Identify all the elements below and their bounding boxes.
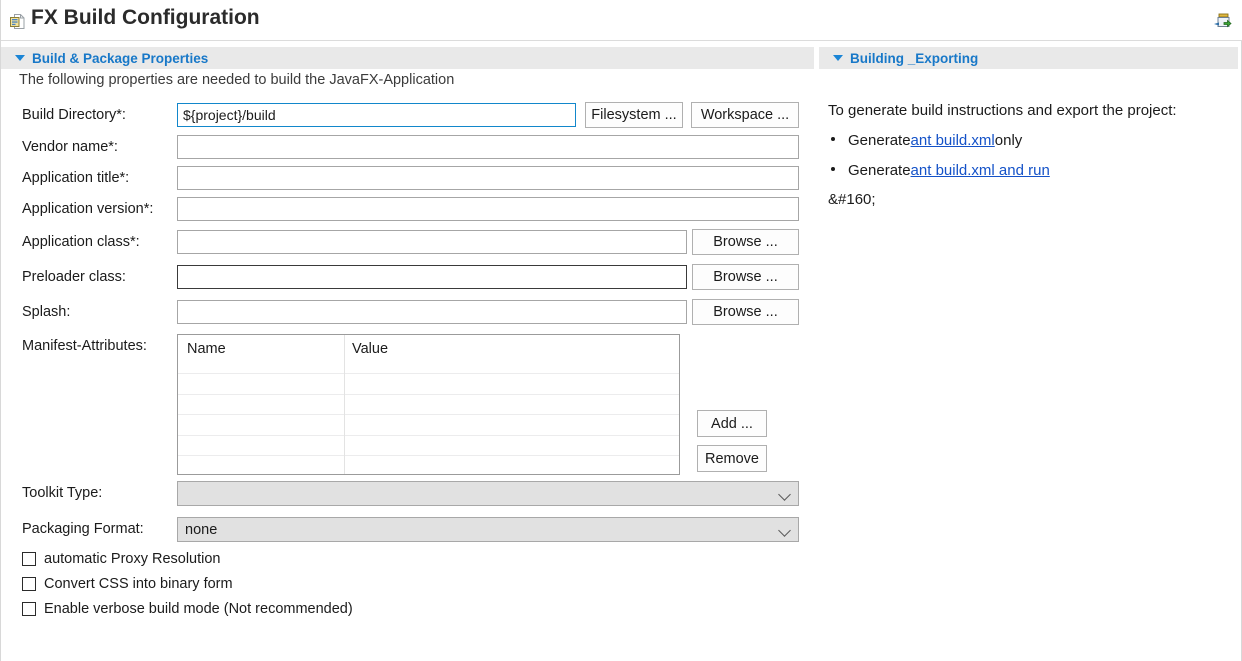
label-vendor-name: Vendor name*: bbox=[22, 139, 118, 155]
table-row[interactable] bbox=[178, 414, 679, 435]
export-wizard-icon[interactable] bbox=[1211, 10, 1233, 32]
collapse-twisty-icon[interactable] bbox=[833, 55, 843, 61]
table-row[interactable] bbox=[178, 455, 679, 474]
label-preloader-class: Preloader class: bbox=[22, 269, 126, 285]
checkbox-enable-verbose-build-mode[interactable]: Enable verbose build mode (Not recommend… bbox=[22, 601, 353, 617]
section-title-building-exporting: Building _Exporting bbox=[850, 50, 979, 66]
checkbox-box-icon[interactable] bbox=[22, 552, 36, 566]
checkbox-automatic-proxy-resolution[interactable]: automatic Proxy Resolution bbox=[22, 551, 221, 567]
build-directory-input[interactable] bbox=[177, 103, 576, 127]
browse-preloader-class-button[interactable]: Browse ... bbox=[692, 264, 799, 290]
label-packaging-format: Packaging Format: bbox=[22, 521, 144, 537]
bullet-prefix-text: Generate bbox=[848, 132, 911, 149]
toolkit-type-select[interactable] bbox=[177, 481, 799, 506]
table-header-row: Name Value bbox=[178, 335, 679, 373]
splash-input[interactable] bbox=[177, 300, 687, 324]
label-build-directory: Build Directory*: bbox=[22, 107, 126, 123]
manifest-attributes-table[interactable]: Name Value bbox=[177, 334, 680, 475]
table-row[interactable] bbox=[178, 393, 679, 415]
ant-build-xml-link[interactable]: ant build.xml bbox=[911, 132, 995, 149]
bullet-dot-icon bbox=[831, 167, 835, 171]
label-application-title: Application title*: bbox=[22, 170, 130, 186]
bullet-generate-build-xml-and-run: Generate ant build.xml and run bbox=[831, 162, 1050, 179]
application-title-input[interactable] bbox=[177, 166, 799, 190]
label-toolkit-type: Toolkit Type: bbox=[22, 485, 103, 501]
remove-attribute-button[interactable]: Remove bbox=[697, 445, 767, 472]
checkbox-convert-css-binary[interactable]: Convert CSS into binary form bbox=[22, 576, 233, 592]
packaging-format-select[interactable]: none bbox=[177, 517, 799, 542]
add-attribute-button[interactable]: Add ... bbox=[697, 410, 767, 437]
title-separator bbox=[1, 40, 1242, 41]
bullet-suffix-text: only bbox=[994, 132, 1023, 149]
collapse-twisty-icon[interactable] bbox=[15, 55, 25, 61]
checkbox-label: Convert CSS into binary form bbox=[44, 576, 233, 592]
build-config-document-icon bbox=[9, 13, 26, 30]
building-exporting-pane: To generate build instructions and expor… bbox=[819, 69, 1242, 661]
application-version-input[interactable] bbox=[177, 197, 799, 221]
trailing-entity-text: &#160; bbox=[828, 191, 876, 208]
label-splash: Splash: bbox=[22, 304, 71, 320]
section-title-build-package: Build & Package Properties bbox=[32, 50, 209, 66]
label-application-version: Application version*: bbox=[22, 201, 154, 217]
application-class-input[interactable] bbox=[177, 230, 687, 254]
label-application-class: Application class*: bbox=[22, 234, 140, 250]
preloader-class-input[interactable] bbox=[177, 265, 687, 289]
bullet-prefix-text: Generate bbox=[848, 162, 911, 179]
title-bar: FX Build Configuration bbox=[1, 0, 1242, 40]
checkbox-label: Enable verbose build mode (Not recommend… bbox=[44, 601, 353, 617]
section-header-build-package[interactable]: Build & Package Properties bbox=[1, 47, 814, 69]
table-row[interactable] bbox=[178, 434, 679, 456]
page-title: FX Build Configuration bbox=[31, 6, 260, 29]
bullet-dot-icon bbox=[831, 137, 835, 141]
packaging-format-value: none bbox=[185, 521, 218, 538]
checkbox-box-icon[interactable] bbox=[22, 602, 36, 616]
column-header-value: Value bbox=[352, 341, 389, 357]
checkbox-box-icon[interactable] bbox=[22, 577, 36, 591]
column-header-name: Name bbox=[187, 341, 226, 357]
browse-application-class-button[interactable]: Browse ... bbox=[692, 229, 799, 255]
right-pane-intro: To generate build instructions and expor… bbox=[828, 102, 1177, 119]
section-header-building-exporting[interactable]: Building _Exporting bbox=[819, 47, 1238, 69]
bullet-generate-build-xml-only: Generate ant build.xml only bbox=[831, 132, 1022, 149]
ant-build-xml-and-run-link[interactable]: ant build.xml and run bbox=[911, 162, 1050, 179]
vendor-name-input[interactable] bbox=[177, 135, 799, 159]
filesystem-button[interactable]: Filesystem ... bbox=[585, 102, 683, 128]
workspace-button[interactable]: Workspace ... bbox=[691, 102, 799, 128]
browse-splash-button[interactable]: Browse ... bbox=[692, 299, 799, 325]
label-manifest-attributes: Manifest-Attributes: bbox=[22, 338, 147, 354]
pane-description: The following properties are needed to b… bbox=[19, 72, 455, 88]
chevron-down-icon bbox=[778, 488, 791, 501]
build-package-properties-pane: The following properties are needed to b… bbox=[1, 69, 814, 661]
chevron-down-icon bbox=[778, 524, 791, 537]
table-row[interactable] bbox=[178, 373, 679, 394]
checkbox-label: automatic Proxy Resolution bbox=[44, 551, 221, 567]
fx-build-configuration-page: FX Build Configuration Build & Package P… bbox=[0, 0, 1242, 661]
